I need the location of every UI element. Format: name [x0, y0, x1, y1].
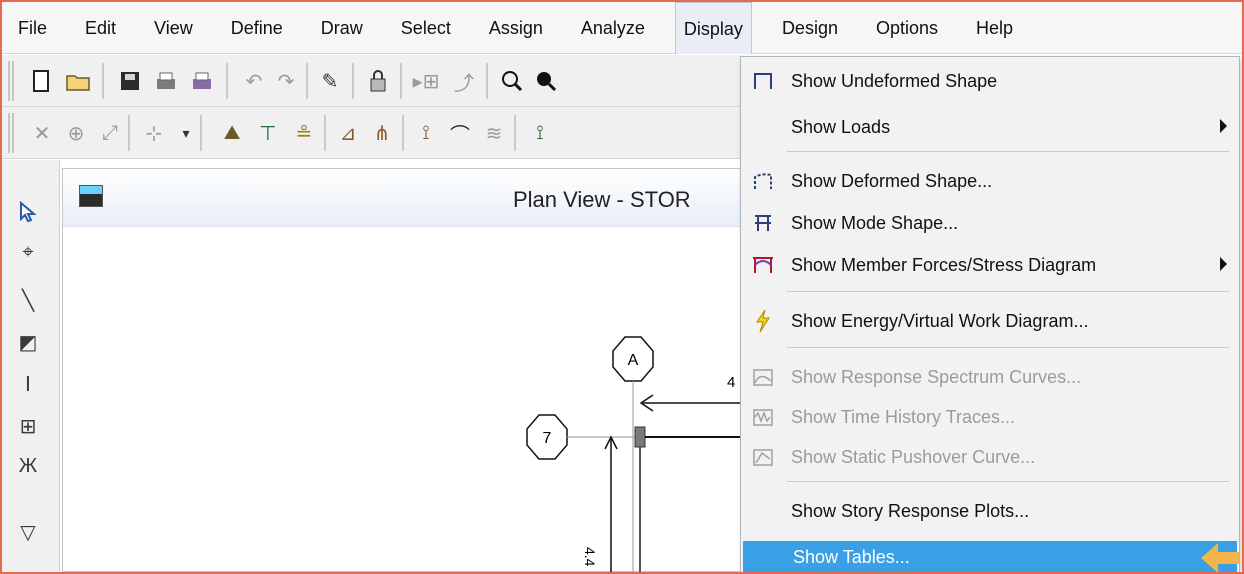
grid-bubble-a[interactable]: A — [612, 336, 654, 382]
grid-bubble-7[interactable]: 7 — [526, 414, 568, 460]
toolbar-grip-icon[interactable] — [8, 61, 14, 101]
menu-help[interactable]: Help — [968, 2, 1021, 54]
move-icon[interactable]: ⊕ — [60, 117, 92, 149]
pointer-icon[interactable] — [12, 196, 44, 228]
menu-file[interactable]: File — [10, 2, 55, 54]
menu-view[interactable]: View — [146, 2, 201, 54]
time-history-toolbar-icon[interactable]: ≋ — [478, 117, 510, 149]
menu-item-label: Show Loads — [791, 116, 891, 137]
draw-column-icon[interactable]: Ⅰ — [12, 368, 44, 400]
menu-item-label: Show Deformed Shape... — [791, 170, 993, 191]
draw-shell-icon[interactable]: ▽ — [12, 516, 44, 548]
time-history-icon — [749, 403, 777, 431]
pencil-icon[interactable]: ✎ — [314, 65, 346, 97]
print-setup-icon[interactable] — [186, 65, 218, 97]
menu-analyze[interactable]: Analyze — [573, 2, 653, 54]
draw-line-icon[interactable]: ╲ — [12, 284, 44, 316]
menu-item-show-member-forces[interactable]: Show Member Forces/Stress Diagram — [741, 245, 1239, 285]
menu-item-show-tables[interactable]: Show Tables... — [743, 541, 1237, 574]
mode-shape-icon — [749, 209, 777, 237]
menu-item-show-response-spectrum[interactable]: Show Response Spectrum Curves... — [741, 357, 1239, 397]
deformed-shape-icon — [749, 167, 777, 195]
lock-icon[interactable] — [362, 65, 394, 97]
grid-label-7: 7 — [543, 430, 552, 447]
save-icon[interactable] — [114, 65, 146, 97]
menu-item-label: Show Mode Shape... — [791, 212, 959, 233]
story-icon[interactable]: ≗ — [288, 117, 320, 149]
undo-icon[interactable]: ↶ — [238, 65, 270, 97]
plan-view-titlebar: Plan View - STOR — [63, 169, 741, 227]
draw-brace-icon[interactable]: ◩ — [12, 326, 44, 358]
menu-item-label: Show Static Pushover Curve... — [791, 446, 1036, 467]
menu-item-label: Show Story Response Plots... — [791, 500, 1030, 521]
dead-live-icon[interactable]: ⟟ — [524, 117, 556, 149]
delete-icon[interactable]: ✕ — [26, 117, 58, 149]
lightning-icon — [749, 307, 777, 335]
menu-item-show-mode-shape[interactable]: Show Mode Shape... — [741, 203, 1239, 243]
menu-item-label: Show Member Forces/Stress Diagram — [791, 254, 1097, 275]
run-analysis-icon[interactable]: ▸⊞ — [410, 65, 442, 97]
redo-icon[interactable]: ↷ — [270, 65, 302, 97]
load-icon[interactable]: ⟟ — [410, 117, 442, 149]
submenu-arrow-icon — [1220, 257, 1227, 271]
rotate-icon[interactable]: ⤢ — [94, 117, 126, 149]
column-member[interactable] — [634, 426, 646, 448]
plan-view-title: Plan View - STOR — [513, 187, 691, 212]
draw-area-icon[interactable]: ⊞ — [12, 410, 44, 442]
menu-options[interactable]: Options — [868, 2, 946, 54]
undeformed-shape-icon — [749, 67, 777, 95]
main-toolbar: ↶ ↷ ✎ ▸⊞ ⤴ — [2, 55, 742, 107]
menu-item-show-deformed-shape[interactable]: Show Deformed Shape... — [741, 161, 1239, 201]
menu-edit[interactable]: Edit — [77, 2, 124, 54]
menu-define[interactable]: Define — [223, 2, 291, 54]
menu-assign[interactable]: Assign — [481, 2, 551, 54]
secondary-toolbar: ✕ ⊕ ⤢ ⊹ ▾ ⛰ ⊤ ≗ ⊿ ⋔ ⟟ ⌒ ≋ ⟟ — [2, 107, 742, 159]
section-icon[interactable]: ⊤ — [252, 117, 284, 149]
dimension-label-partial: 4 — [727, 374, 735, 391]
open-folder-icon[interactable] — [62, 65, 94, 97]
menu-item-label: Show Undeformed Shape — [791, 70, 998, 91]
menu-display[interactable]: Display — [674, 1, 752, 54]
menu-design[interactable]: Design — [774, 2, 846, 54]
zoom-in-icon[interactable] — [496, 65, 528, 97]
reshape-icon[interactable]: ⌖ — [12, 236, 44, 268]
new-file-icon[interactable] — [26, 65, 58, 97]
draw-wall-icon[interactable]: Ж — [12, 450, 44, 482]
plan-canvas[interactable]: A 7 4 4.4 — [63, 227, 743, 573]
diagram-icon[interactable]: ⊿ — [332, 117, 364, 149]
app-icon — [79, 185, 103, 207]
zoom-out-icon[interactable] — [530, 65, 562, 97]
toolbar-grip-icon[interactable] — [8, 113, 14, 153]
print-icon[interactable] — [150, 65, 182, 97]
pushover-run-icon[interactable]: ⤴ — [448, 65, 480, 97]
snap-icon[interactable]: ⊹ — [138, 117, 170, 149]
menu-item-label: Show Tables... — [793, 547, 910, 567]
menu-item-show-pushover-curve[interactable]: Show Static Pushover Curve... — [741, 437, 1239, 477]
response-spectrum-icon — [749, 363, 777, 391]
submenu-arrow-icon — [1220, 119, 1227, 133]
menu-select[interactable]: Select — [393, 2, 459, 54]
menu-item-label: Show Energy/Virtual Work Diagram... — [791, 310, 1089, 331]
diagram-n-icon[interactable]: ⋔ — [366, 117, 398, 149]
menu-bar: File Edit View Define Draw Select Assign… — [2, 1, 1242, 54]
menu-item-show-story-response[interactable]: Show Story Response Plots... — [741, 491, 1239, 531]
pushover-icon — [749, 443, 777, 471]
display-menu: Show Undeformed Shape Show Loads Show De… — [740, 56, 1240, 574]
menu-item-label: Show Response Spectrum Curves... — [791, 366, 1082, 387]
snap-dropdown-icon[interactable]: ▾ — [170, 117, 202, 149]
left-toolbar: ⌖ ╲ ◩ Ⅰ ⊞ Ж ▽ — [2, 160, 60, 572]
menu-item-label: Show Time History Traces... — [791, 406, 1016, 427]
elevation-icon[interactable]: ⛰ — [216, 117, 248, 149]
member-forces-icon — [749, 251, 777, 279]
spectrum-icon[interactable]: ⌒ — [444, 117, 476, 149]
plan-view-window: Plan View - STOR A 7 4 4.4 — [62, 168, 743, 573]
menu-item-show-loads[interactable]: Show Loads — [741, 107, 1239, 147]
grid-label-a: A — [628, 352, 639, 369]
menu-item-show-time-history[interactable]: Show Time History Traces... — [741, 397, 1239, 437]
menu-draw[interactable]: Draw — [313, 2, 371, 54]
dimension-label-vertical: 4.4 — [582, 547, 598, 567]
menu-item-show-energy-diagram[interactable]: Show Energy/Virtual Work Diagram... — [741, 301, 1239, 341]
menu-item-show-undeformed-shape[interactable]: Show Undeformed Shape — [741, 61, 1239, 101]
